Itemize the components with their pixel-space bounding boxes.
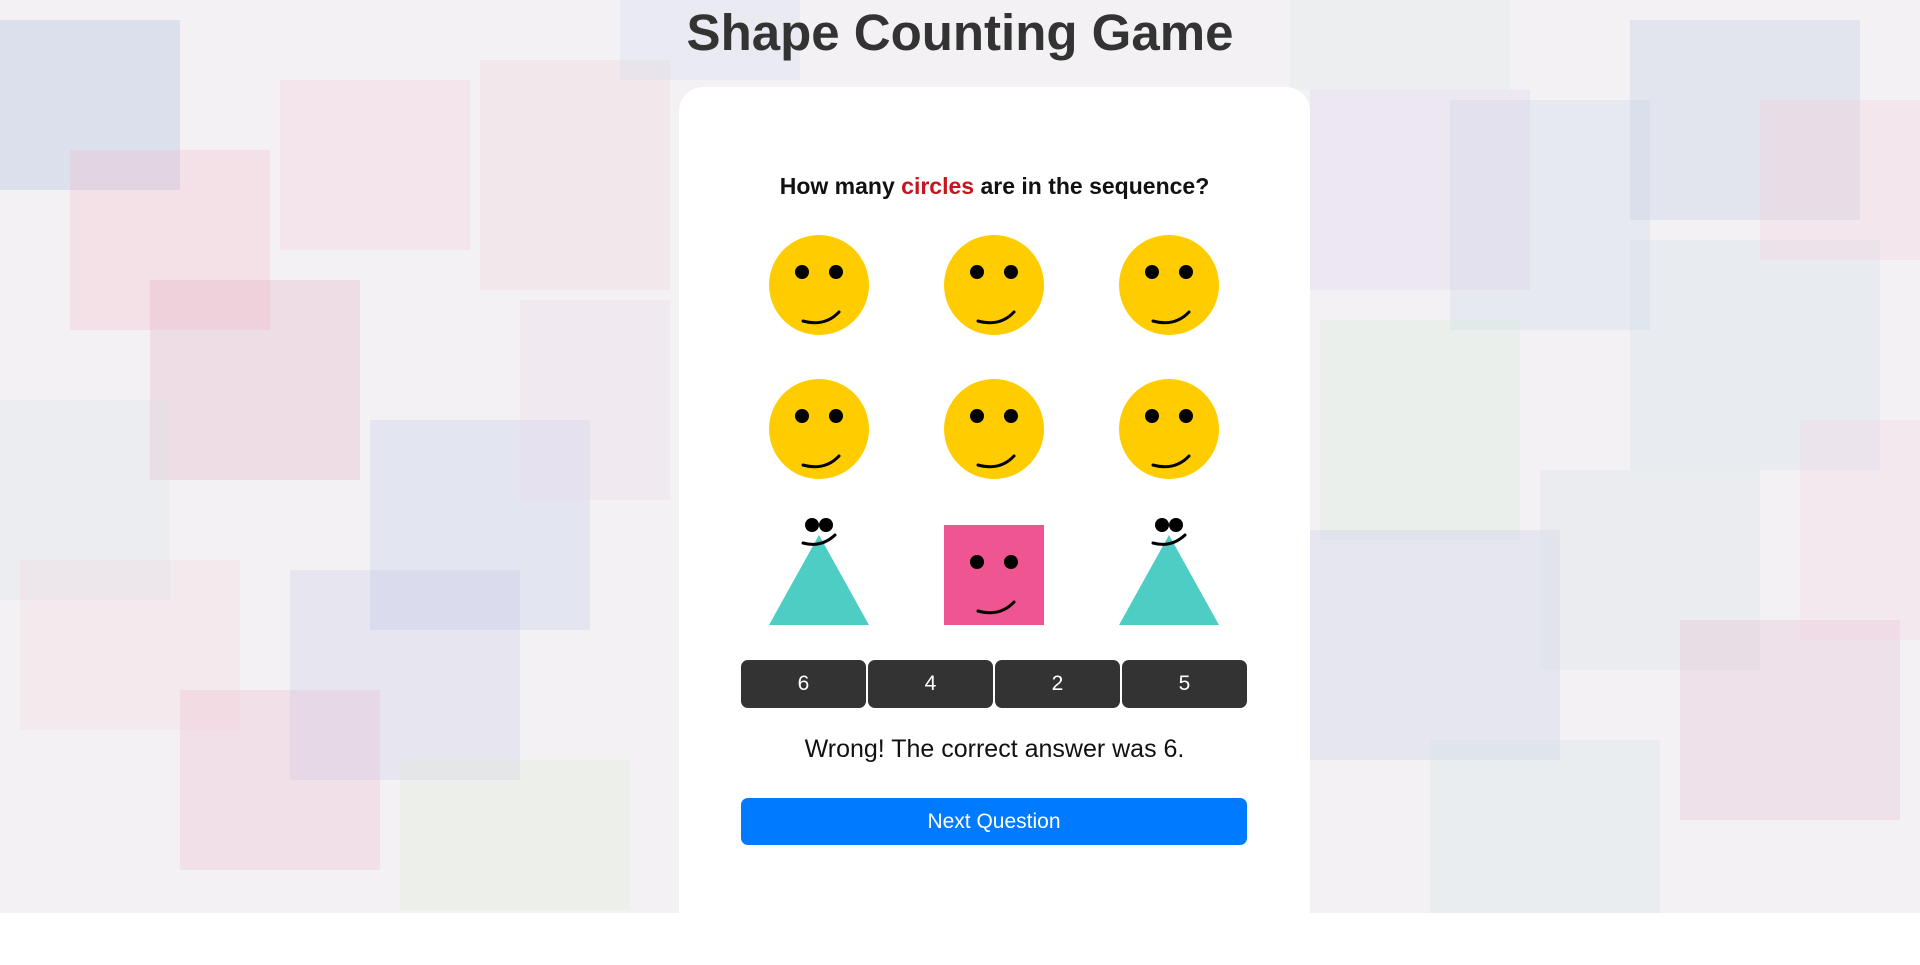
- shape-circle: [944, 379, 1044, 479]
- feedback-message: Wrong! The correct answer was 6.: [804, 735, 1185, 763]
- answer-button-6[interactable]: 6: [741, 660, 866, 708]
- shape-triangle: [1119, 515, 1219, 625]
- shape-circle: [769, 379, 869, 479]
- answer-button-2[interactable]: 2: [995, 660, 1120, 708]
- next-question-button[interactable]: Next Question: [741, 798, 1247, 845]
- shape-circle: [1119, 235, 1219, 335]
- shape-triangle: [769, 515, 869, 625]
- shape-square: [944, 525, 1044, 625]
- question-suffix: are in the sequence?: [974, 173, 1210, 199]
- question-target-shape: circles: [901, 173, 975, 199]
- answer-options: 6 4 2 5: [741, 660, 1247, 708]
- question-text: How many circles are in the sequence?: [679, 171, 1310, 201]
- question-prefix: How many: [779, 173, 902, 199]
- shape-circle: [944, 235, 1044, 335]
- game-card: How many circles are in the sequence? 6 …: [679, 87, 1310, 965]
- answer-button-5[interactable]: 5: [1122, 660, 1247, 708]
- answer-button-4[interactable]: 4: [868, 660, 993, 708]
- page-title: Shape Counting Game: [686, 4, 1234, 61]
- shape-circle: [769, 235, 869, 335]
- shape-grid: [769, 235, 1219, 625]
- shape-circle: [1119, 379, 1219, 479]
